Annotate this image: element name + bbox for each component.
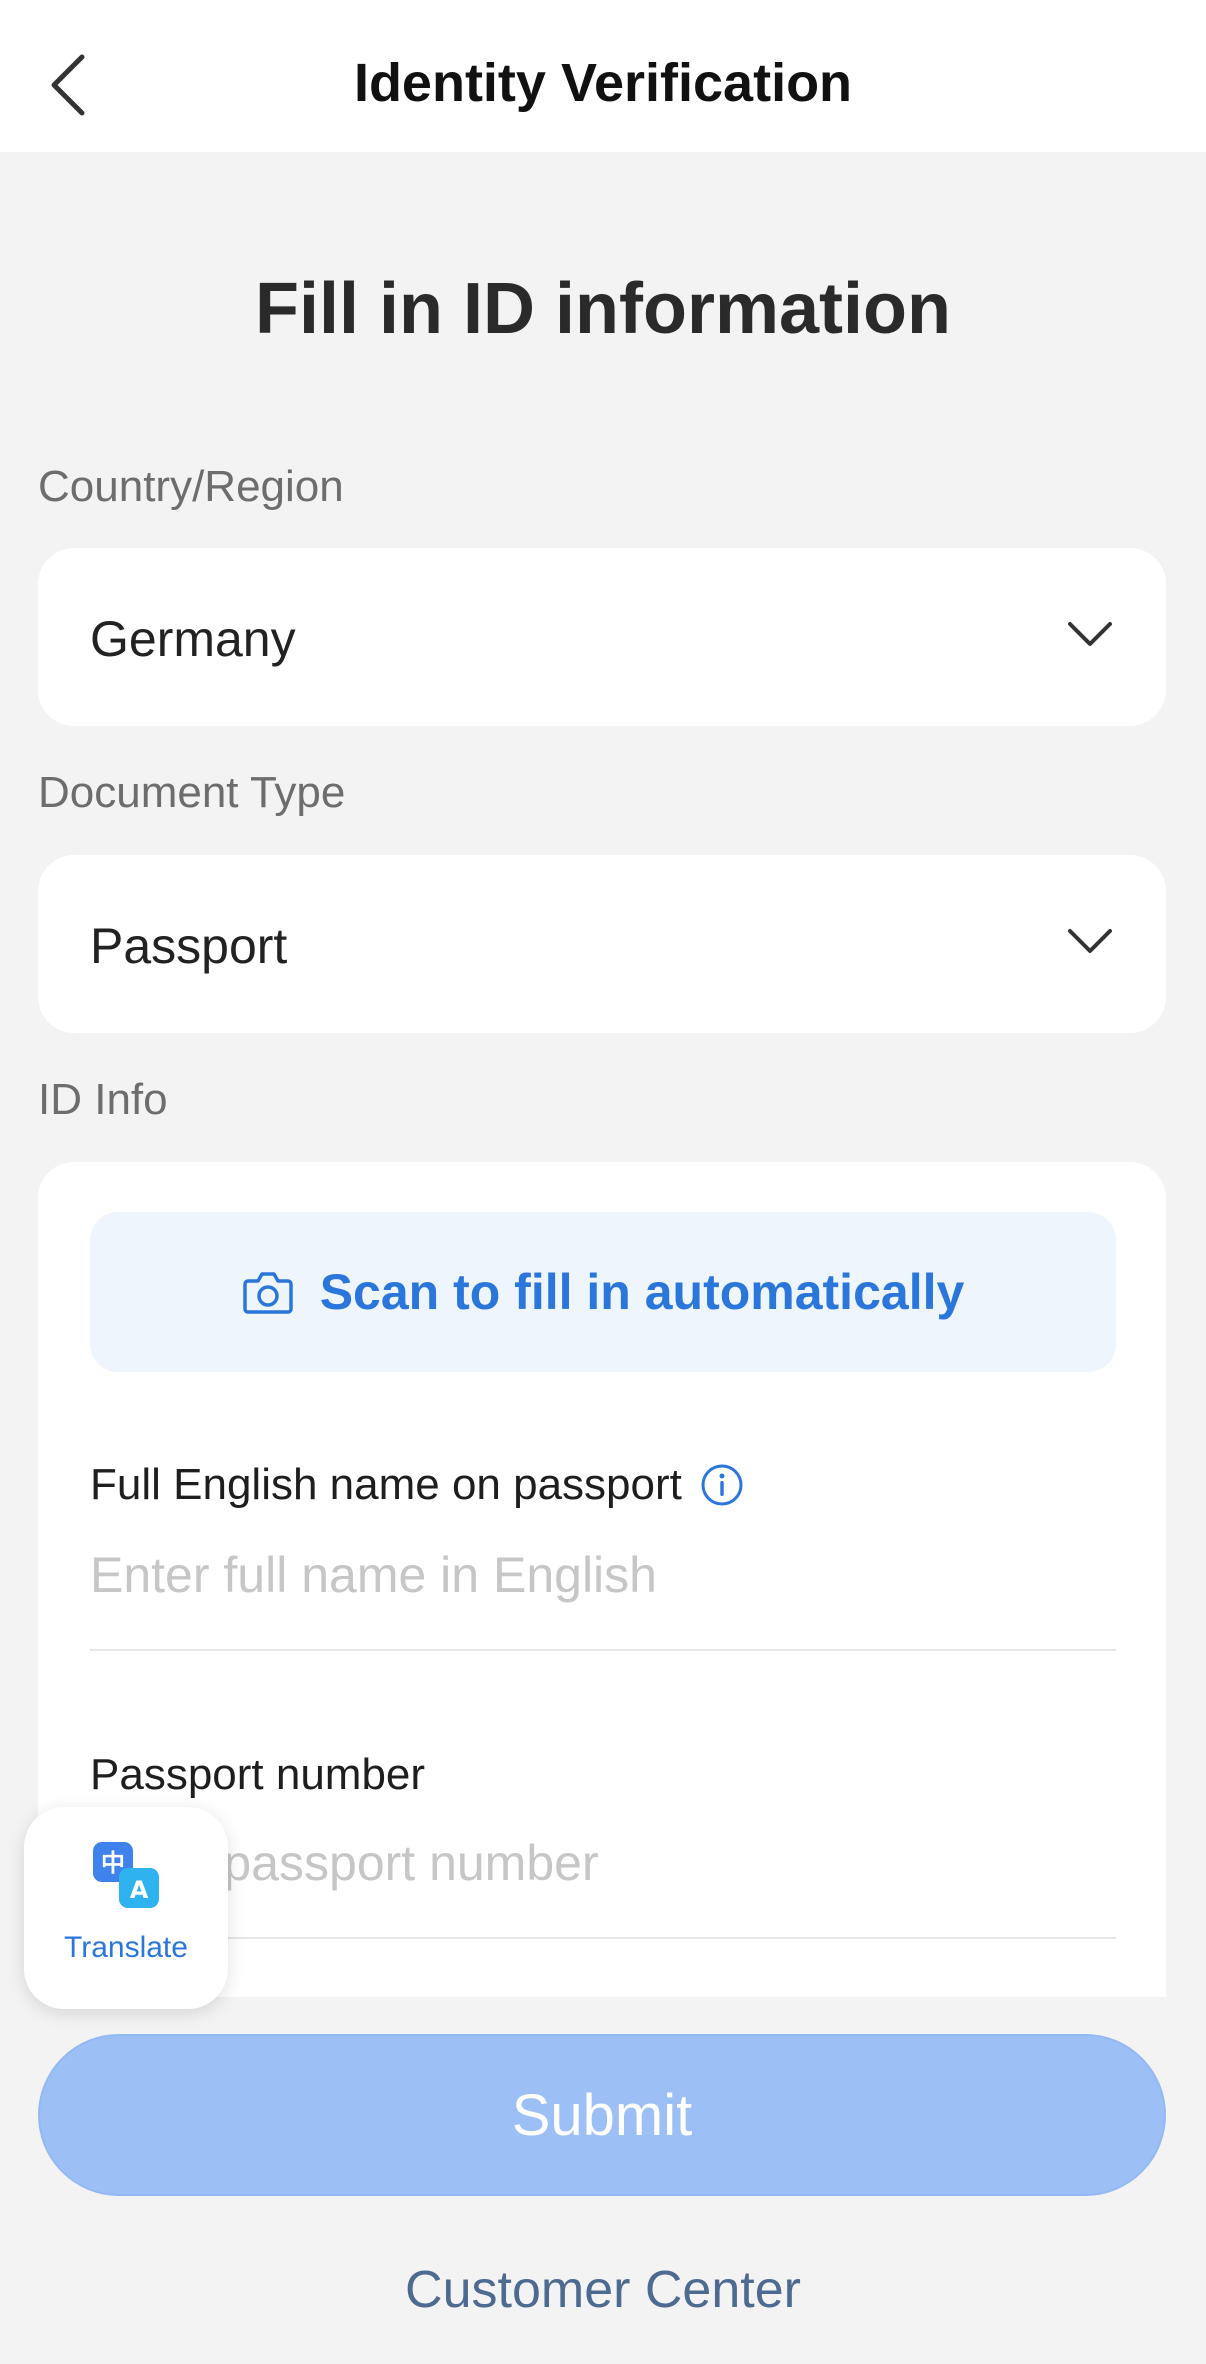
document-type-select[interactable]: Passport: [38, 855, 1166, 1033]
camera-icon: [242, 1272, 293, 1314]
scan-to-fill-label: Scan to fill in automatically: [319, 1264, 965, 1320]
full-name-label-text: Full English name on passport: [90, 1460, 682, 1509]
translate-icon: 中 A: [93, 1842, 159, 1908]
passport-number-divider: [90, 1937, 1116, 1939]
customer-center-link[interactable]: Customer Center: [0, 2260, 1206, 2320]
passport-number-input[interactable]: [90, 1828, 1116, 1898]
svg-text:A: A: [130, 1876, 149, 1904]
passport-number-label: Passport number: [90, 1750, 426, 1799]
country-region-label: Country/Region: [38, 462, 344, 511]
country-region-value: Germany: [90, 611, 296, 667]
full-name-input[interactable]: [90, 1540, 1116, 1610]
translate-label: Translate: [64, 1931, 188, 1964]
document-type-value: Passport: [90, 918, 288, 974]
chevron-down-icon: [1068, 622, 1112, 646]
page-heading: Fill in ID information: [255, 269, 951, 349]
identity-verification-page: Identity Verification Fill in ID informa…: [0, 0, 1206, 2364]
scan-to-fill-button[interactable]: Scan to fill in automatically: [90, 1212, 1116, 1372]
id-info-label: ID Info: [38, 1075, 168, 1124]
translate-widget[interactable]: 中 A Translate: [24, 1807, 228, 2009]
chevron-down-icon: [1068, 929, 1112, 953]
submit-button[interactable]: Submit: [38, 2034, 1166, 2196]
header-title: Identity Verification: [353, 53, 853, 113]
full-name-label: Full English name on passport: [90, 1460, 744, 1510]
document-type-label: Document Type: [38, 768, 346, 817]
country-region-select[interactable]: Germany: [38, 548, 1166, 726]
header-bar: Identity Verification: [0, 0, 1206, 152]
info-icon[interactable]: [700, 1463, 744, 1507]
full-name-divider: [90, 1649, 1116, 1651]
